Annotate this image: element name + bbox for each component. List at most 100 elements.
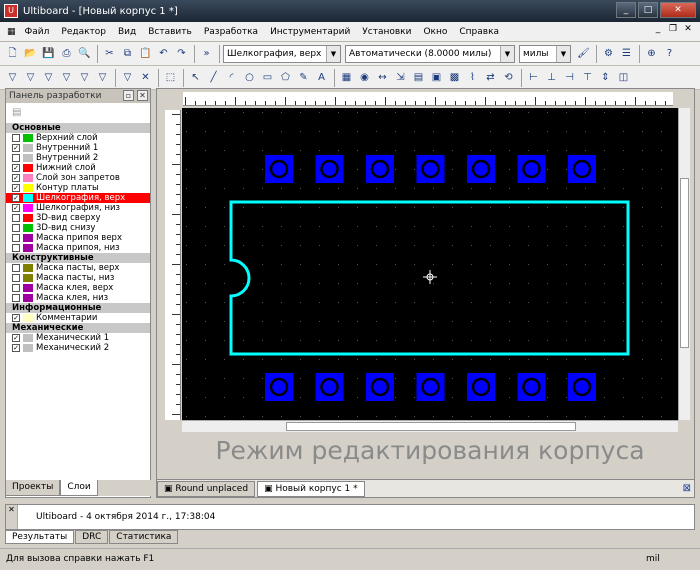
layer-color-swatch[interactable] xyxy=(23,154,33,162)
rectangle-select-icon[interactable]: ⬚ xyxy=(162,69,179,86)
layer-visibility-checkbox[interactable]: ✓ xyxy=(12,344,20,352)
layer-color-swatch[interactable] xyxy=(23,204,33,212)
save-icon[interactable]: 💾 xyxy=(40,45,57,62)
component-icon[interactable]: ▩ xyxy=(446,69,463,86)
layer-color-swatch[interactable] xyxy=(23,214,33,222)
layer-visibility-checkbox[interactable]: ✓ xyxy=(12,194,20,202)
layer-color-swatch[interactable] xyxy=(23,344,33,352)
units-select[interactable]: милы ▼ xyxy=(519,44,571,63)
layer-color-swatch[interactable] xyxy=(23,274,33,282)
layer-row[interactable]: ✓ Контур платы xyxy=(6,183,150,193)
properties-icon[interactable]: ☰ xyxy=(618,45,635,62)
dimension-icon[interactable]: ↔ xyxy=(374,69,391,86)
layer-row[interactable]: ✓ Внутренний 1 xyxy=(6,143,150,153)
layer-visibility-checkbox[interactable]: ✓ xyxy=(12,184,20,192)
layer-row[interactable]: Внутренний 2 xyxy=(6,153,150,163)
layer-visibility-checkbox[interactable] xyxy=(12,224,20,232)
cut-icon[interactable]: ✂ xyxy=(101,45,118,62)
layer-row[interactable]: Маска пасты, низ xyxy=(6,273,150,283)
align-left-icon[interactable]: ⊢ xyxy=(525,69,542,86)
layer-color-swatch[interactable] xyxy=(23,284,33,292)
layer-row[interactable]: Маска припоя, низ xyxy=(6,243,150,253)
menu-help[interactable]: Справка xyxy=(453,22,505,42)
doc-tabs-menu-icon[interactable]: ⊠ xyxy=(683,483,691,494)
undo-icon[interactable]: ↶ xyxy=(155,45,172,62)
layer-row[interactable]: Маска пасты, верх xyxy=(6,263,150,273)
layer-color-swatch[interactable] xyxy=(23,144,33,152)
measure-icon[interactable]: ⇲ xyxy=(392,69,409,86)
tab-new-footprint[interactable]: ▣ Новый корпус 1 * xyxy=(257,480,365,497)
tab-statistics[interactable]: Статистика xyxy=(109,530,179,544)
paste-icon[interactable]: 📋 xyxy=(137,45,154,62)
layer-row[interactable]: ✓ Механический 1 xyxy=(6,333,150,343)
layer-row[interactable]: ✓ Комментарии xyxy=(6,313,150,323)
layer-row[interactable]: 3D-вид снизу xyxy=(6,223,150,233)
layer-visibility-checkbox[interactable] xyxy=(12,134,20,142)
vertical-scroll-thumb[interactable] xyxy=(680,178,689,348)
pointer-icon[interactable]: ↖ xyxy=(187,69,204,86)
minimize-button[interactable]: _ xyxy=(616,2,636,18)
layer-row[interactable]: Маска клея, верх xyxy=(6,283,150,293)
text-icon[interactable]: A xyxy=(313,69,330,86)
panel-pin-icon[interactable]: ▫ xyxy=(123,90,134,101)
tab-results[interactable]: Результаты xyxy=(5,530,75,544)
layer-color-swatch[interactable] xyxy=(23,134,33,142)
help-icon[interactable]: ? xyxy=(661,45,678,62)
layer-color-swatch[interactable] xyxy=(23,174,33,182)
layer-visibility-checkbox[interactable]: ✓ xyxy=(12,144,20,152)
tab-layers[interactable]: Слои xyxy=(60,480,98,496)
maximize-button[interactable]: □ xyxy=(638,2,658,18)
toolbar-overflow-icon[interactable]: » xyxy=(198,45,215,62)
layer-select[interactable]: Шелкография, верх ▼ xyxy=(223,44,341,63)
filter-pads-icon[interactable]: ▽ xyxy=(22,69,39,86)
layer-visibility-checkbox[interactable]: ✓ xyxy=(12,204,20,212)
layer-row[interactable]: Маска клея, низ xyxy=(6,293,150,303)
layer-row[interactable]: ✓ Слой зон запретов xyxy=(6,173,150,183)
select-filter-icon[interactable]: ▽ xyxy=(119,69,136,86)
horizontal-scrollbar[interactable] xyxy=(182,420,678,432)
mdi-restore-icon[interactable]: ❐ xyxy=(667,24,679,34)
layer-visibility-checkbox[interactable] xyxy=(12,264,20,272)
line-icon[interactable]: ╱ xyxy=(205,69,222,86)
grid-select[interactable]: Автоматически (8.0000 милы) ▼ xyxy=(345,44,515,63)
polygon-icon[interactable]: ⬠ xyxy=(277,69,294,86)
layer-visibility-checkbox[interactable] xyxy=(12,154,20,162)
layer-visibility-checkbox[interactable] xyxy=(12,244,20,252)
layer-color-swatch[interactable] xyxy=(23,234,33,242)
tab-projects[interactable]: Проекты xyxy=(5,480,61,496)
horizontal-scroll-thumb[interactable] xyxy=(286,422,576,431)
layer-visibility-checkbox[interactable]: ✓ xyxy=(12,314,20,322)
layer-visibility-checkbox[interactable]: ✓ xyxy=(12,164,20,172)
mirror-icon[interactable]: ◫ xyxy=(615,69,632,86)
layer-color-swatch[interactable] xyxy=(23,264,33,272)
menu-file[interactable]: Файл xyxy=(19,22,56,42)
panel-close-icon[interactable]: ✕ xyxy=(137,90,148,101)
menu-design[interactable]: Разработка xyxy=(198,22,264,42)
output-close-icon[interactable]: ✕ xyxy=(6,505,18,529)
zoom-icon[interactable]: ⊕ xyxy=(643,45,660,62)
layer-row[interactable]: ✓ Механический 2 xyxy=(6,343,150,353)
align-top-icon[interactable]: ⊤ xyxy=(579,69,596,86)
layer-row[interactable]: Верхний слой xyxy=(6,133,150,143)
layer-visibility-checkbox[interactable]: ✓ xyxy=(12,334,20,342)
wire-icon[interactable]: ⌇ xyxy=(464,69,481,86)
menu-window[interactable]: Окно xyxy=(417,22,453,42)
print-icon[interactable]: ⎙ xyxy=(58,45,75,62)
pencil-icon[interactable]: ✎ xyxy=(295,69,312,86)
board-icon[interactable]: ▣ xyxy=(428,69,445,86)
arc-icon[interactable]: ◜ xyxy=(223,69,240,86)
filter-shapes-icon[interactable]: ▽ xyxy=(76,69,93,86)
rotate-icon[interactable]: ⟲ xyxy=(500,69,517,86)
layer-visibility-checkbox[interactable] xyxy=(12,294,20,302)
layer-visibility-checkbox[interactable]: ✓ xyxy=(12,174,20,182)
filter-parts-icon[interactable]: ▽ xyxy=(58,69,75,86)
footprint-drawing[interactable] xyxy=(182,108,678,420)
layer-color-swatch[interactable] xyxy=(23,314,33,322)
align-center-icon[interactable]: ⊥ xyxy=(543,69,560,86)
layer-visibility-checkbox[interactable] xyxy=(12,274,20,282)
flip-icon[interactable]: ⇄ xyxy=(482,69,499,86)
print-preview-icon[interactable]: 🔍 xyxy=(76,45,93,62)
open-icon[interactable]: 📂 xyxy=(22,45,39,62)
layer-color-swatch[interactable] xyxy=(23,164,33,172)
design-canvas[interactable] xyxy=(182,108,678,420)
